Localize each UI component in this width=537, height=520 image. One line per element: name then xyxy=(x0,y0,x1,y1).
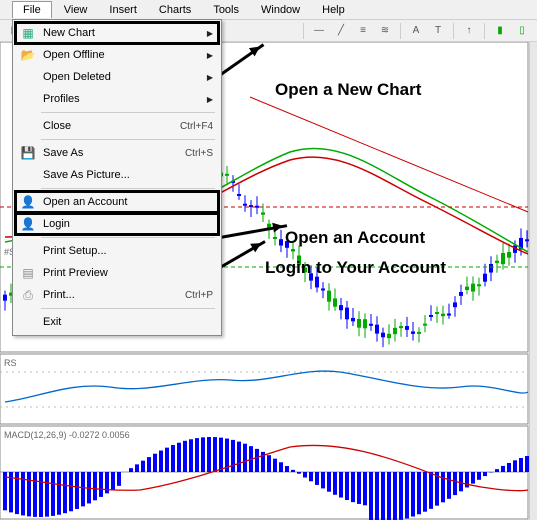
menu-item-label: Print... xyxy=(39,289,185,301)
menu-file[interactable]: File xyxy=(12,1,52,18)
chart-plus-icon: ▦ xyxy=(17,23,39,43)
toolbar-candle-icon[interactable]: ▮ xyxy=(491,22,509,40)
menu-item-login[interactable]: 👤Login xyxy=(15,213,219,235)
toolbar-channel-icon[interactable]: ≡ xyxy=(354,22,372,40)
menu-charts[interactable]: Charts xyxy=(149,2,201,18)
toolbar-trend-icon[interactable]: ╱ xyxy=(332,22,350,40)
menu-shortcut: Ctrl+P xyxy=(185,290,213,301)
menu-item-print-setup[interactable]: Print Setup... xyxy=(15,240,219,262)
menu-insert[interactable]: Insert xyxy=(99,2,147,18)
menu-item-exit[interactable]: Exit xyxy=(15,311,219,333)
user-login-icon: 👤 xyxy=(17,214,39,234)
menu-item-label: Open Offline xyxy=(39,49,207,61)
rsi-label: RS xyxy=(4,358,17,368)
print-icon: ⎙ xyxy=(17,285,39,305)
menu-item-profiles[interactable]: Profiles▶ xyxy=(15,88,219,110)
toolbar-text-a-icon[interactable]: A xyxy=(407,22,425,40)
menu-tools[interactable]: Tools xyxy=(203,2,249,18)
menu-item-open-offline[interactable]: 📂Open Offline▶ xyxy=(15,44,219,66)
submenu-arrow-icon: ▶ xyxy=(207,51,213,60)
toolbar-text-t-icon[interactable]: T xyxy=(429,22,447,40)
menu-item-label: Print Setup... xyxy=(39,245,213,257)
scrollbar-vertical[interactable] xyxy=(529,42,537,520)
blank-icon xyxy=(17,67,39,87)
menu-item-label: Open Deleted xyxy=(39,71,207,83)
toolbar-fib-icon[interactable]: ≋ xyxy=(376,22,394,40)
menu-item-label: Exit xyxy=(39,316,213,328)
file-dropdown: ▦New Chart▶📂Open Offline▶Open Deleted▶Pr… xyxy=(12,19,222,336)
blank-icon xyxy=(17,116,39,136)
macd-label: MACD(12,26,9) -0.0272 0.0056 xyxy=(4,430,130,440)
menu-item-close[interactable]: CloseCtrl+F4 xyxy=(15,115,219,137)
menu-item-open-an-account[interactable]: 👤Open an Account xyxy=(15,191,219,213)
menubar: File View Insert Charts Tools Window Hel… xyxy=(0,0,537,20)
annotation-open-account: Open an Account xyxy=(285,228,425,248)
menu-view[interactable]: View xyxy=(54,2,98,18)
menu-shortcut: Ctrl+S xyxy=(185,148,213,159)
menu-shortcut: Ctrl+F4 xyxy=(180,121,213,132)
blank-icon xyxy=(17,241,39,261)
menu-item-open-deleted[interactable]: Open Deleted▶ xyxy=(15,66,219,88)
annotation-new-chart: Open a New Chart xyxy=(275,80,421,100)
menu-item-label: Close xyxy=(39,120,180,132)
menu-item-new-chart[interactable]: ▦New Chart▶ xyxy=(15,22,219,44)
submenu-arrow-icon: ▶ xyxy=(207,95,213,104)
menu-item-label: Save As Picture... xyxy=(39,169,213,181)
menu-item-label: Profiles xyxy=(39,93,207,105)
submenu-arrow-icon: ▶ xyxy=(207,29,213,38)
save-icon: 💾 xyxy=(17,143,39,163)
menu-item-label: Save As xyxy=(39,147,185,159)
menu-item-save-as[interactable]: 💾Save AsCtrl+S xyxy=(15,142,219,164)
toolbar-arrow-up-icon[interactable]: ↑ xyxy=(460,22,478,40)
blank-icon xyxy=(17,165,39,185)
menu-item-print[interactable]: ⎙Print...Ctrl+P xyxy=(15,284,219,306)
menu-item-label: Login xyxy=(39,218,213,230)
menu-item-label: Print Preview xyxy=(39,267,213,279)
blank-icon xyxy=(17,312,39,332)
blank-icon xyxy=(17,89,39,109)
menu-item-print-preview[interactable]: ▤Print Preview xyxy=(15,262,219,284)
menu-item-save-as-picture[interactable]: Save As Picture... xyxy=(15,164,219,186)
menu-help[interactable]: Help xyxy=(312,2,355,18)
user-add-icon: 👤 xyxy=(17,192,39,212)
print-preview-icon: ▤ xyxy=(17,263,39,283)
submenu-arrow-icon: ▶ xyxy=(207,73,213,82)
annotation-login: Login to Your Account xyxy=(265,258,446,278)
toolbar-bar-icon[interactable]: ▯ xyxy=(513,22,531,40)
toolbar-line-icon[interactable]: — xyxy=(310,22,328,40)
menu-item-label: Open an Account xyxy=(39,196,213,208)
menu-item-label: New Chart xyxy=(39,27,207,39)
menu-window[interactable]: Window xyxy=(251,2,310,18)
folder-open-icon: 📂 xyxy=(17,45,39,65)
